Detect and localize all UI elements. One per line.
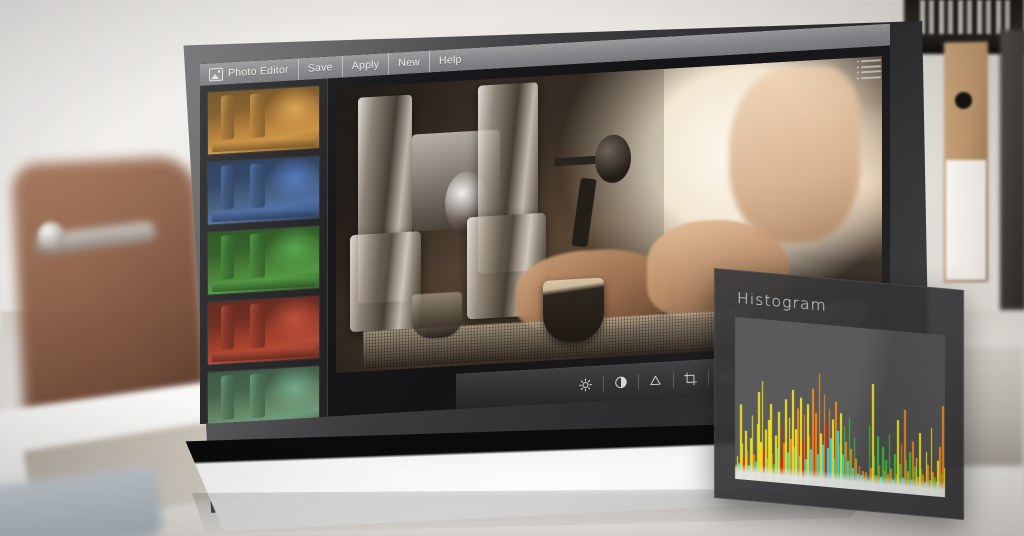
thumbnail-glow bbox=[208, 226, 319, 295]
binder-hole bbox=[955, 92, 972, 109]
brightness-tool[interactable] bbox=[569, 368, 603, 400]
binder-dark bbox=[1000, 30, 1024, 310]
filter-thumbnail-3[interactable] bbox=[207, 224, 320, 296]
list-row bbox=[857, 59, 881, 63]
histogram-panel[interactable]: Histogram bbox=[714, 268, 964, 520]
toolbar-divider bbox=[602, 375, 604, 391]
menu-save-label: Save bbox=[307, 61, 333, 75]
histogram-title: Histogram bbox=[737, 289, 827, 315]
contrast-tool[interactable] bbox=[604, 366, 638, 398]
thumbnail-glow bbox=[208, 366, 319, 424]
menu-help[interactable]: Help bbox=[430, 48, 471, 72]
thumbnail-glow bbox=[208, 86, 319, 155]
photo-cup-secondary bbox=[412, 291, 462, 341]
chair-knob bbox=[38, 222, 64, 248]
menu-help-label: Help bbox=[439, 53, 462, 68]
crop-tool[interactable] bbox=[674, 362, 708, 394]
thumbnail-glow bbox=[208, 296, 319, 365]
screenshot-stage: Photo Editor Save Apply New Help Histogr… bbox=[0, 0, 1024, 536]
list-row bbox=[857, 70, 881, 74]
photo-portafilter-1 bbox=[349, 231, 421, 333]
list-row bbox=[857, 64, 881, 69]
menu-apply-label: Apply bbox=[351, 58, 380, 73]
image-icon bbox=[209, 67, 223, 81]
menu-new[interactable]: New bbox=[389, 50, 431, 75]
thumbnail-glow bbox=[208, 156, 319, 225]
toolbar-divider bbox=[637, 373, 639, 389]
photo-barista-arm bbox=[729, 63, 861, 248]
photo-espresso-cup bbox=[543, 277, 604, 344]
toolbar-divider bbox=[707, 369, 709, 385]
menu-save[interactable]: Save bbox=[298, 55, 343, 81]
histogram-chart bbox=[735, 316, 945, 498]
binder-label bbox=[946, 160, 986, 280]
list-menu-icon[interactable] bbox=[857, 59, 881, 80]
menu-new-label: New bbox=[398, 56, 421, 70]
filter-thumbnail-4[interactable] bbox=[207, 294, 320, 366]
sharpen-tool[interactable] bbox=[639, 364, 673, 396]
filter-thumbnail-2[interactable] bbox=[207, 154, 320, 226]
filter-thumbnail-rail[interactable] bbox=[200, 78, 328, 424]
toolbar-divider bbox=[672, 371, 674, 387]
app-title-label: Photo Editor bbox=[228, 63, 289, 80]
filter-thumbnail-5[interactable] bbox=[207, 364, 320, 424]
menu-apply[interactable]: Apply bbox=[342, 52, 390, 78]
filter-thumbnail-1[interactable] bbox=[207, 84, 320, 156]
